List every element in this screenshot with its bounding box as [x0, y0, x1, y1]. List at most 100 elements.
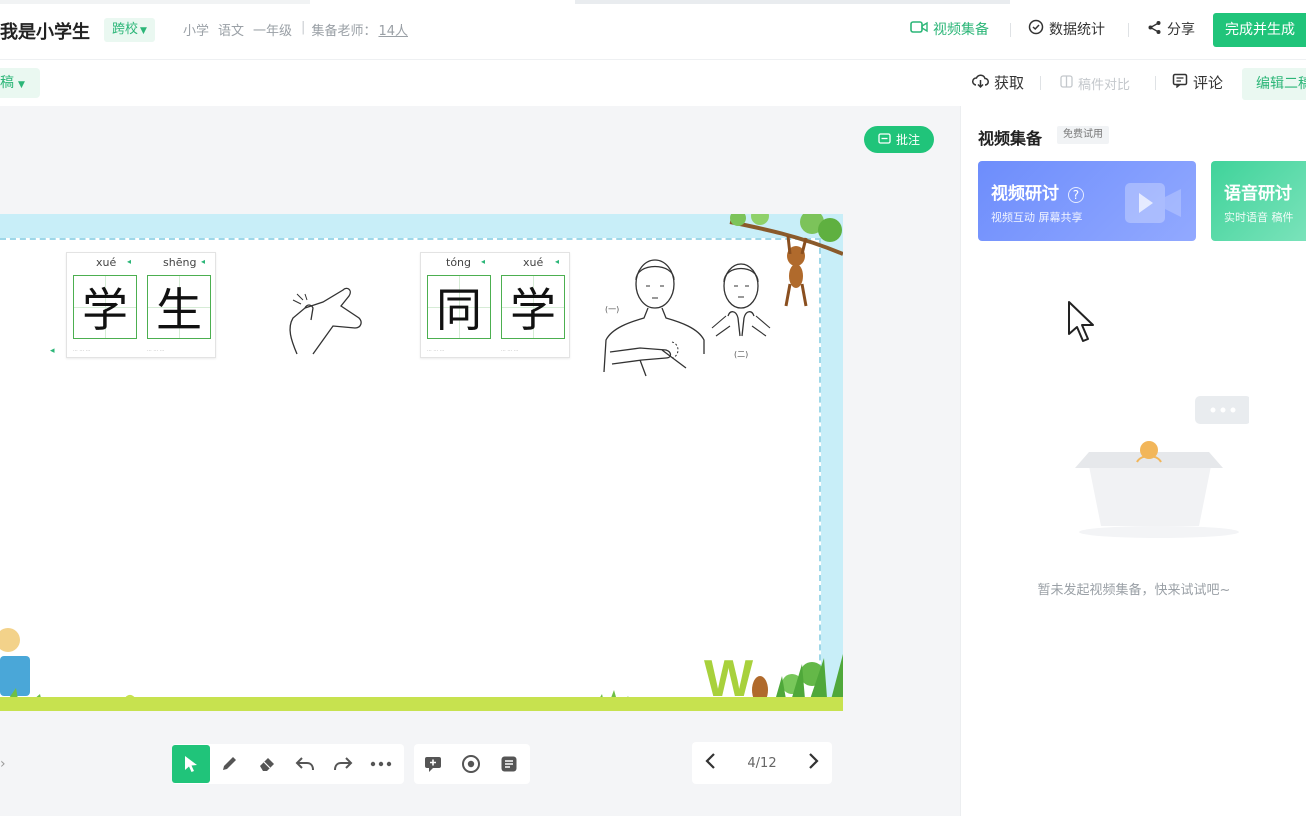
empty-state-message: 暂未发起视频集备，快来试试吧~	[1037, 583, 1231, 598]
sign-step-label: (二)	[734, 350, 749, 359]
school-scope-label: 跨校	[112, 22, 139, 37]
meta-teachers-label: 集备老师：	[311, 24, 377, 39]
draft-selector-label: 稿	[0, 75, 14, 91]
header-divider	[1010, 23, 1011, 37]
speaker-icon[interactable]: ◂	[50, 346, 55, 356]
speaker-icon: ◂	[481, 257, 486, 266]
sign-step-label: (一)	[605, 305, 620, 314]
video-discussion-card[interactable]: 视频研讨 ? 视频互动 屏幕共享	[978, 161, 1196, 241]
video-prep-label: 视频集备	[933, 22, 989, 38]
slide-frame-top	[0, 214, 843, 238]
video-discussion-label: 视频研讨	[991, 184, 1059, 204]
finish-and-generate-button[interactable]: 完成并生成	[1213, 13, 1306, 47]
video-prep-panel: 视频集备 免费试用 视频研讨 ? 视频互动 屏幕共享 语音研讨 实时语音 稿件 …	[960, 106, 1306, 816]
next-page-icon[interactable]	[808, 751, 820, 775]
character-card[interactable]: xué shēng ◂ ◂ 学 生 ··· ··· ··· ··· ··· ··…	[66, 252, 216, 358]
check-circle-icon	[1028, 19, 1044, 39]
top-header: 我是小学生 跨校 ▼ 小学 语文 一年级 | 集备老师： 14人 视频集备 数据统…	[0, 0, 1306, 60]
document-title: 我是小学生	[0, 22, 90, 43]
header-top-strip	[0, 0, 1306, 4]
annotate-label: 批注	[895, 133, 920, 147]
eraser-icon[interactable]	[248, 745, 286, 783]
video-camera-icon	[910, 20, 928, 38]
empty-box-illustration	[1049, 392, 1251, 546]
note-icon[interactable]	[490, 745, 528, 783]
character-box: 学	[501, 275, 565, 339]
meta-divider: |	[301, 20, 306, 35]
play-video-icon	[1123, 179, 1185, 231]
character-box: 学	[73, 275, 137, 339]
voice-discussion-title: 语音研讨	[1224, 184, 1292, 204]
character-box: 生	[147, 275, 211, 339]
redo-icon[interactable]	[324, 745, 362, 783]
comment-icon	[1172, 73, 1188, 92]
voice-discussion-subtitle: 实时语音 稿件	[1224, 211, 1294, 224]
video-discussion-subtitle: 视频互动 屏幕共享	[991, 211, 1083, 224]
cloud-download-icon	[972, 73, 989, 93]
stroke-info: ··· ··· ···	[73, 348, 91, 354]
pinyin-label: xué	[523, 256, 544, 269]
slide[interactable]: xué shēng ◂ ◂ 学 生 ··· ··· ··· ··· ··· ··…	[0, 214, 843, 711]
tree-monkey-decoration	[720, 214, 843, 318]
comment-label: 评论	[1193, 74, 1224, 92]
action-bar: 稿 ▼ 获取 稿件对比 评论	[0, 60, 1306, 106]
meta-subject: 语文	[218, 24, 245, 39]
speaker-icon: ◂	[127, 257, 132, 266]
action-divider	[1155, 76, 1156, 90]
stroke-info: ··· ··· ···	[147, 348, 165, 354]
video-prep-button[interactable]: 视频集备	[910, 19, 989, 39]
character-card[interactable]: tóng xué ◂ ◂ 同 学 ··· ··· ··· ··· ··· ···	[420, 252, 570, 358]
statistics-button[interactable]: 数据统计	[1028, 19, 1105, 39]
annotate-icon	[878, 132, 891, 147]
pinyin-label: tóng	[446, 256, 471, 269]
document-meta: 小学 语文 一年级 | 集备老师： 14人	[183, 20, 417, 39]
free-trial-badge: 免费试用	[1057, 126, 1109, 144]
sign-language-hands-illustration	[283, 280, 368, 360]
annotate-button[interactable]: 批注	[864, 126, 934, 153]
compare-drafts-button[interactable]: 稿件对比	[1060, 74, 1130, 93]
undo-icon[interactable]	[286, 745, 324, 783]
speaker-icon: ◂	[555, 257, 560, 266]
meta-teachers-count[interactable]: 14人	[378, 20, 408, 39]
comment-button[interactable]: 评论	[1172, 72, 1223, 93]
edit-second-draft-button[interactable]: 编辑二稿	[1242, 68, 1306, 100]
select-icon[interactable]	[172, 745, 210, 783]
comment-icon[interactable]	[414, 745, 452, 783]
stroke-info: ··· ··· ···	[427, 348, 445, 354]
meta-stage: 小学	[183, 24, 210, 39]
slide-canvas-area: 批注 xué shēng ◂ ◂ 学 生 ··· ··· ··· ··· ···…	[0, 106, 960, 816]
video-discussion-title: 视频研讨 ?	[991, 179, 1084, 204]
drawing-toolbar	[172, 744, 404, 784]
school-scope-dropdown[interactable]: 跨校 ▼	[104, 18, 155, 42]
slide-grass-border	[0, 697, 843, 711]
page-number: 4/12	[747, 755, 777, 771]
panel-title: 视频集备	[978, 129, 1043, 148]
mouse-cursor-icon	[1067, 300, 1097, 348]
statistics-label: 数据统计	[1049, 22, 1105, 38]
voice-discussion-card[interactable]: 语音研讨 实时语音 稿件	[1211, 161, 1306, 241]
chevron-down-icon: ▼	[18, 80, 25, 90]
share-button[interactable]: 分享	[1147, 19, 1195, 39]
fetch-button[interactable]: 获取	[972, 72, 1024, 93]
pen-icon[interactable]	[210, 745, 248, 783]
sign-language-person-illustration	[600, 254, 710, 386]
character-box: 同	[427, 275, 491, 339]
draft-selector-dropdown[interactable]: 稿 ▼	[0, 68, 40, 98]
fetch-label: 获取	[994, 74, 1025, 92]
share-label: 分享	[1167, 22, 1195, 38]
compare-icon	[1060, 75, 1073, 92]
left-collapse-handle[interactable]: ›	[0, 744, 12, 784]
eye-icon[interactable]	[452, 745, 490, 783]
chevron-right-icon: ›	[0, 756, 6, 772]
help-icon[interactable]: ?	[1067, 187, 1084, 203]
compare-drafts-label: 稿件对比	[1078, 78, 1131, 93]
share-icon	[1147, 20, 1162, 39]
prev-page-icon[interactable]	[704, 751, 716, 775]
speaker-icon: ◂	[201, 257, 206, 266]
header-divider	[1128, 23, 1129, 37]
meta-grade: 一年级	[253, 24, 293, 39]
more-icon[interactable]	[362, 745, 400, 783]
pinyin-label: xué	[96, 256, 117, 269]
view-toolbar	[414, 744, 530, 784]
pinyin-label: shēng	[163, 256, 197, 269]
